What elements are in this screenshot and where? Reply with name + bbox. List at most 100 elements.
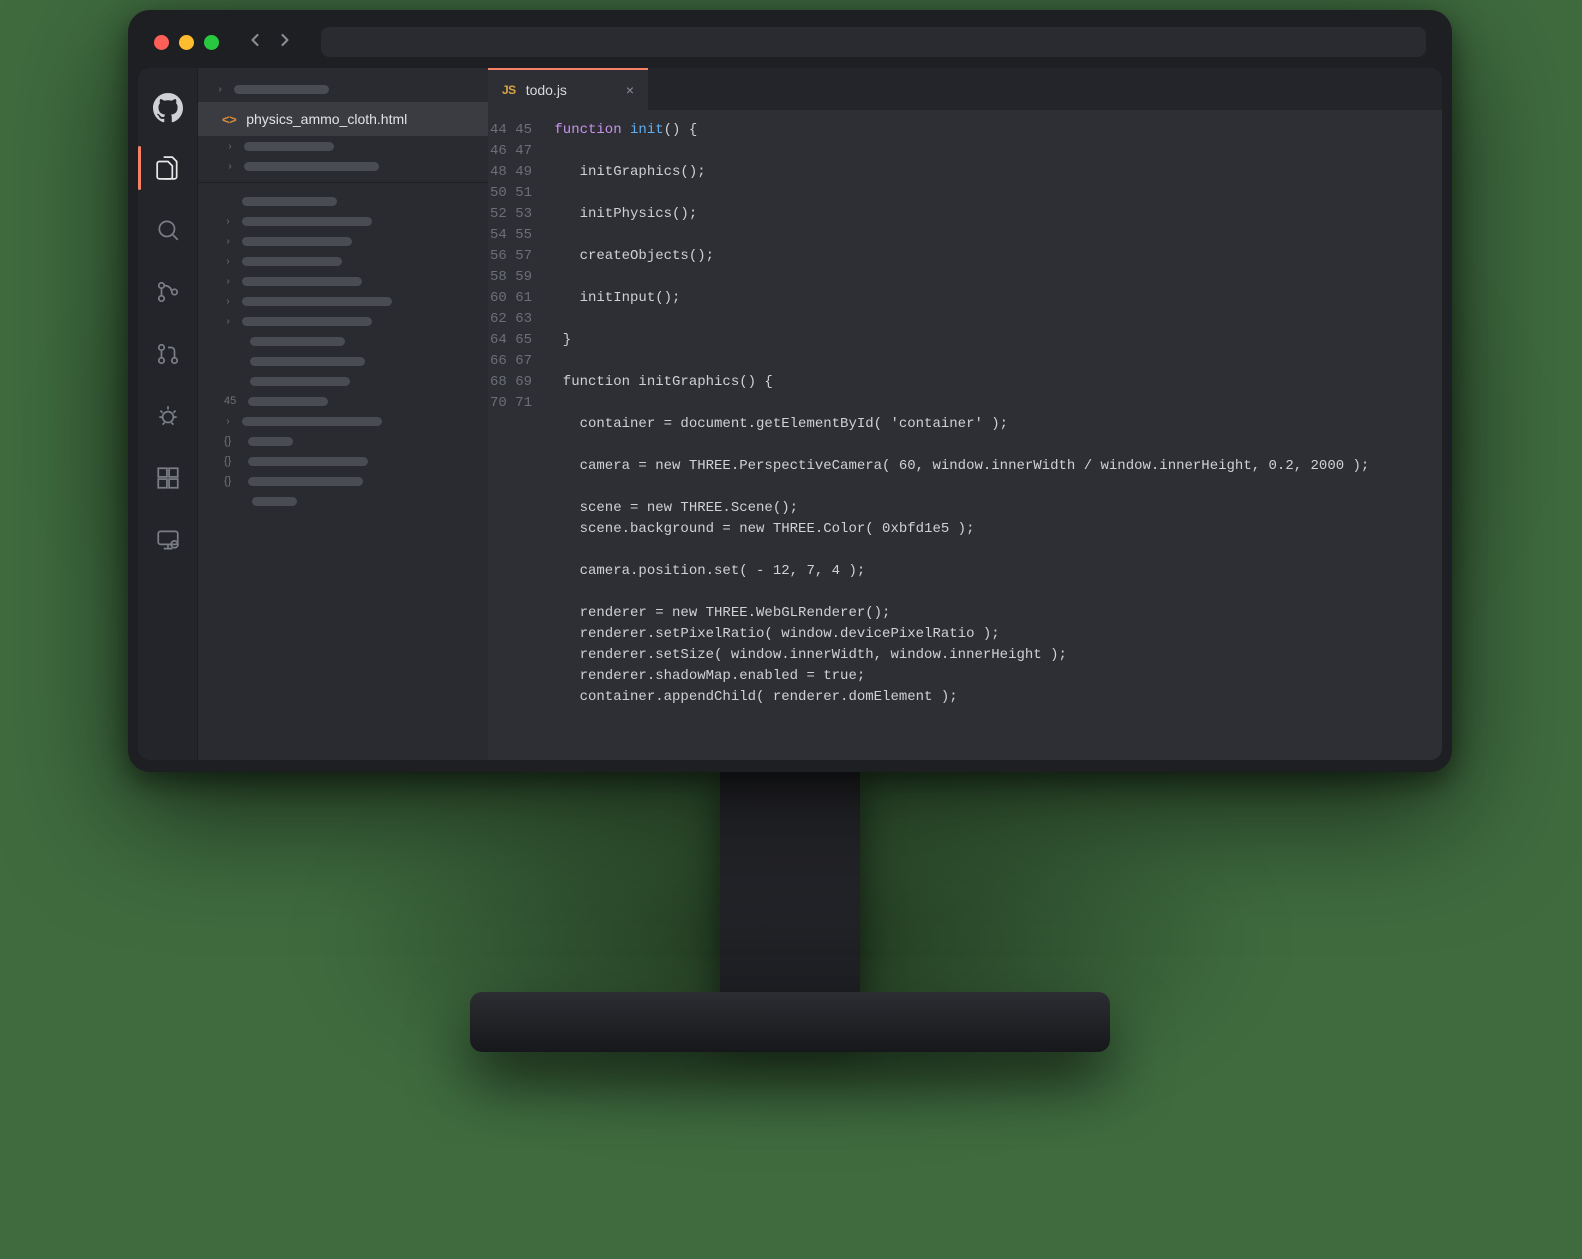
sidebar-item[interactable]: {} (198, 451, 488, 471)
sidebar-item-glyph: {} (224, 435, 238, 447)
sidebar-item[interactable]: › (198, 291, 488, 311)
source-control-icon[interactable] (138, 264, 198, 320)
sidebar-item[interactable] (198, 191, 488, 211)
tab-close-icon[interactable]: × (616, 82, 634, 98)
code-line: renderer.setSize( window.innerWidth, win… (546, 645, 1442, 666)
sidebar-item[interactable]: {} (198, 431, 488, 451)
monitor-stand-base (470, 992, 1110, 1052)
sidebar-item[interactable] (198, 331, 488, 351)
code-line: function initGraphics() { (546, 372, 1442, 393)
extensions-icon[interactable] (138, 450, 198, 506)
traffic-lights (148, 35, 219, 50)
code-line: container.appendChild( renderer.domEleme… (546, 687, 1442, 708)
code-line: renderer.setPixelRatio( window.devicePix… (546, 624, 1442, 645)
editor-tab-label: todo.js (526, 82, 567, 98)
sidebar-section-header[interactable]: › (198, 76, 488, 102)
explorer-icon[interactable] (138, 140, 198, 196)
sidebar-item[interactable]: › (198, 156, 488, 176)
code-area[interactable]: 44 45 46 47 48 49 50 51 52 53 54 55 56 5… (488, 110, 1442, 760)
code-line: initGraphics(); (546, 162, 1442, 183)
code-line: } (546, 330, 1442, 351)
sidebar-placeholder (244, 142, 334, 151)
code-line: renderer.shadowMap.enabled = true; (546, 666, 1442, 687)
sidebar-placeholder (248, 477, 363, 486)
workspace: › <> physics_ammo_cloth.html ›› ››››››45… (138, 68, 1442, 760)
sidebar-file-name: physics_ammo_cloth.html (246, 111, 407, 127)
js-file-icon: JS (502, 83, 516, 97)
sidebar-placeholder (250, 357, 365, 366)
nav-forward-icon[interactable] (275, 30, 295, 55)
editor: JS todo.js × 44 45 46 47 48 49 50 51 52 … (488, 68, 1442, 760)
sidebar-placeholder (242, 277, 362, 286)
sidebar-divider (198, 182, 488, 183)
code-line: initPhysics(); (546, 204, 1442, 225)
chevron-right-icon: › (224, 256, 232, 267)
sidebar-item[interactable]: › (198, 136, 488, 156)
sidebar-placeholder (242, 317, 372, 326)
code-line: scene = new THREE.Scene(); (546, 498, 1442, 519)
sidebar-placeholder (242, 257, 342, 266)
sidebar-item-glyph: {} (224, 455, 238, 467)
titlebar (138, 20, 1442, 64)
sidebar-item[interactable] (198, 371, 488, 391)
code-line (546, 267, 1442, 288)
chevron-right-icon: › (224, 296, 232, 307)
sidebar-placeholder (252, 497, 297, 506)
sidebar-item[interactable]: › (198, 231, 488, 251)
editor-tab-active[interactable]: JS todo.js × (488, 68, 648, 110)
sidebar-placeholder (242, 297, 392, 306)
code-line (546, 351, 1442, 372)
sidebar-placeholder (234, 85, 329, 94)
sidebar-placeholder (242, 217, 372, 226)
sidebar-placeholder (242, 417, 382, 426)
sidebar-item[interactable]: › (198, 311, 488, 331)
sidebar-file-selected[interactable]: <> physics_ammo_cloth.html (198, 102, 488, 136)
remote-icon[interactable] (138, 512, 198, 568)
code-line: camera.position.set( - 12, 7, 4 ); (546, 561, 1442, 582)
debug-icon[interactable] (138, 388, 198, 444)
sidebar-placeholder (242, 197, 337, 206)
nav-back-icon[interactable] (245, 30, 265, 55)
sidebar-item[interactable]: 45 (198, 391, 488, 411)
window-zoom-icon[interactable] (204, 35, 219, 50)
code-line (546, 183, 1442, 204)
sidebar-placeholder (242, 237, 352, 246)
sidebar-item[interactable] (198, 351, 488, 371)
code-line: initInput(); (546, 288, 1442, 309)
monitor-stand-neck (720, 762, 860, 1022)
chevron-right-icon: › (226, 141, 234, 152)
sidebar-placeholder (248, 397, 328, 406)
monitor-frame: › <> physics_ammo_cloth.html ›› ››››››45… (128, 10, 1452, 772)
pull-request-icon[interactable] (138, 326, 198, 382)
sidebar-placeholder (244, 162, 379, 171)
html-file-icon: <> (222, 112, 236, 127)
code-line: createObjects(); (546, 246, 1442, 267)
url-bar[interactable] (321, 27, 1426, 57)
code-line (546, 435, 1442, 456)
github-logo-icon[interactable] (138, 82, 198, 134)
editor-tabbar: JS todo.js × (488, 68, 1442, 110)
explorer-sidebar: › <> physics_ammo_cloth.html ›› ››››››45… (198, 68, 488, 760)
code-line (546, 582, 1442, 603)
activity-bar (138, 68, 198, 760)
code-line (546, 309, 1442, 330)
sidebar-item[interactable]: {} (198, 471, 488, 491)
sidebar-item-glyph: {} (224, 475, 238, 487)
window-minimize-icon[interactable] (179, 35, 194, 50)
sidebar-item[interactable] (198, 491, 488, 511)
sidebar-item[interactable]: › (198, 271, 488, 291)
sidebar-item-glyph: 45 (224, 395, 238, 407)
code-line: camera = new THREE.PerspectiveCamera( 60… (546, 456, 1442, 477)
code-line (546, 225, 1442, 246)
chevron-right-icon: › (226, 161, 234, 172)
sidebar-placeholder (250, 377, 350, 386)
sidebar-item[interactable]: › (198, 211, 488, 231)
sidebar-item[interactable]: › (198, 251, 488, 271)
sidebar-item[interactable]: › (198, 411, 488, 431)
code-line (546, 477, 1442, 498)
code-content[interactable]: function init() { initGraphics(); initPh… (546, 120, 1442, 708)
chevron-right-icon: › (224, 416, 232, 427)
window-close-icon[interactable] (154, 35, 169, 50)
search-icon[interactable] (138, 202, 198, 258)
chevron-right-icon: › (224, 276, 232, 287)
